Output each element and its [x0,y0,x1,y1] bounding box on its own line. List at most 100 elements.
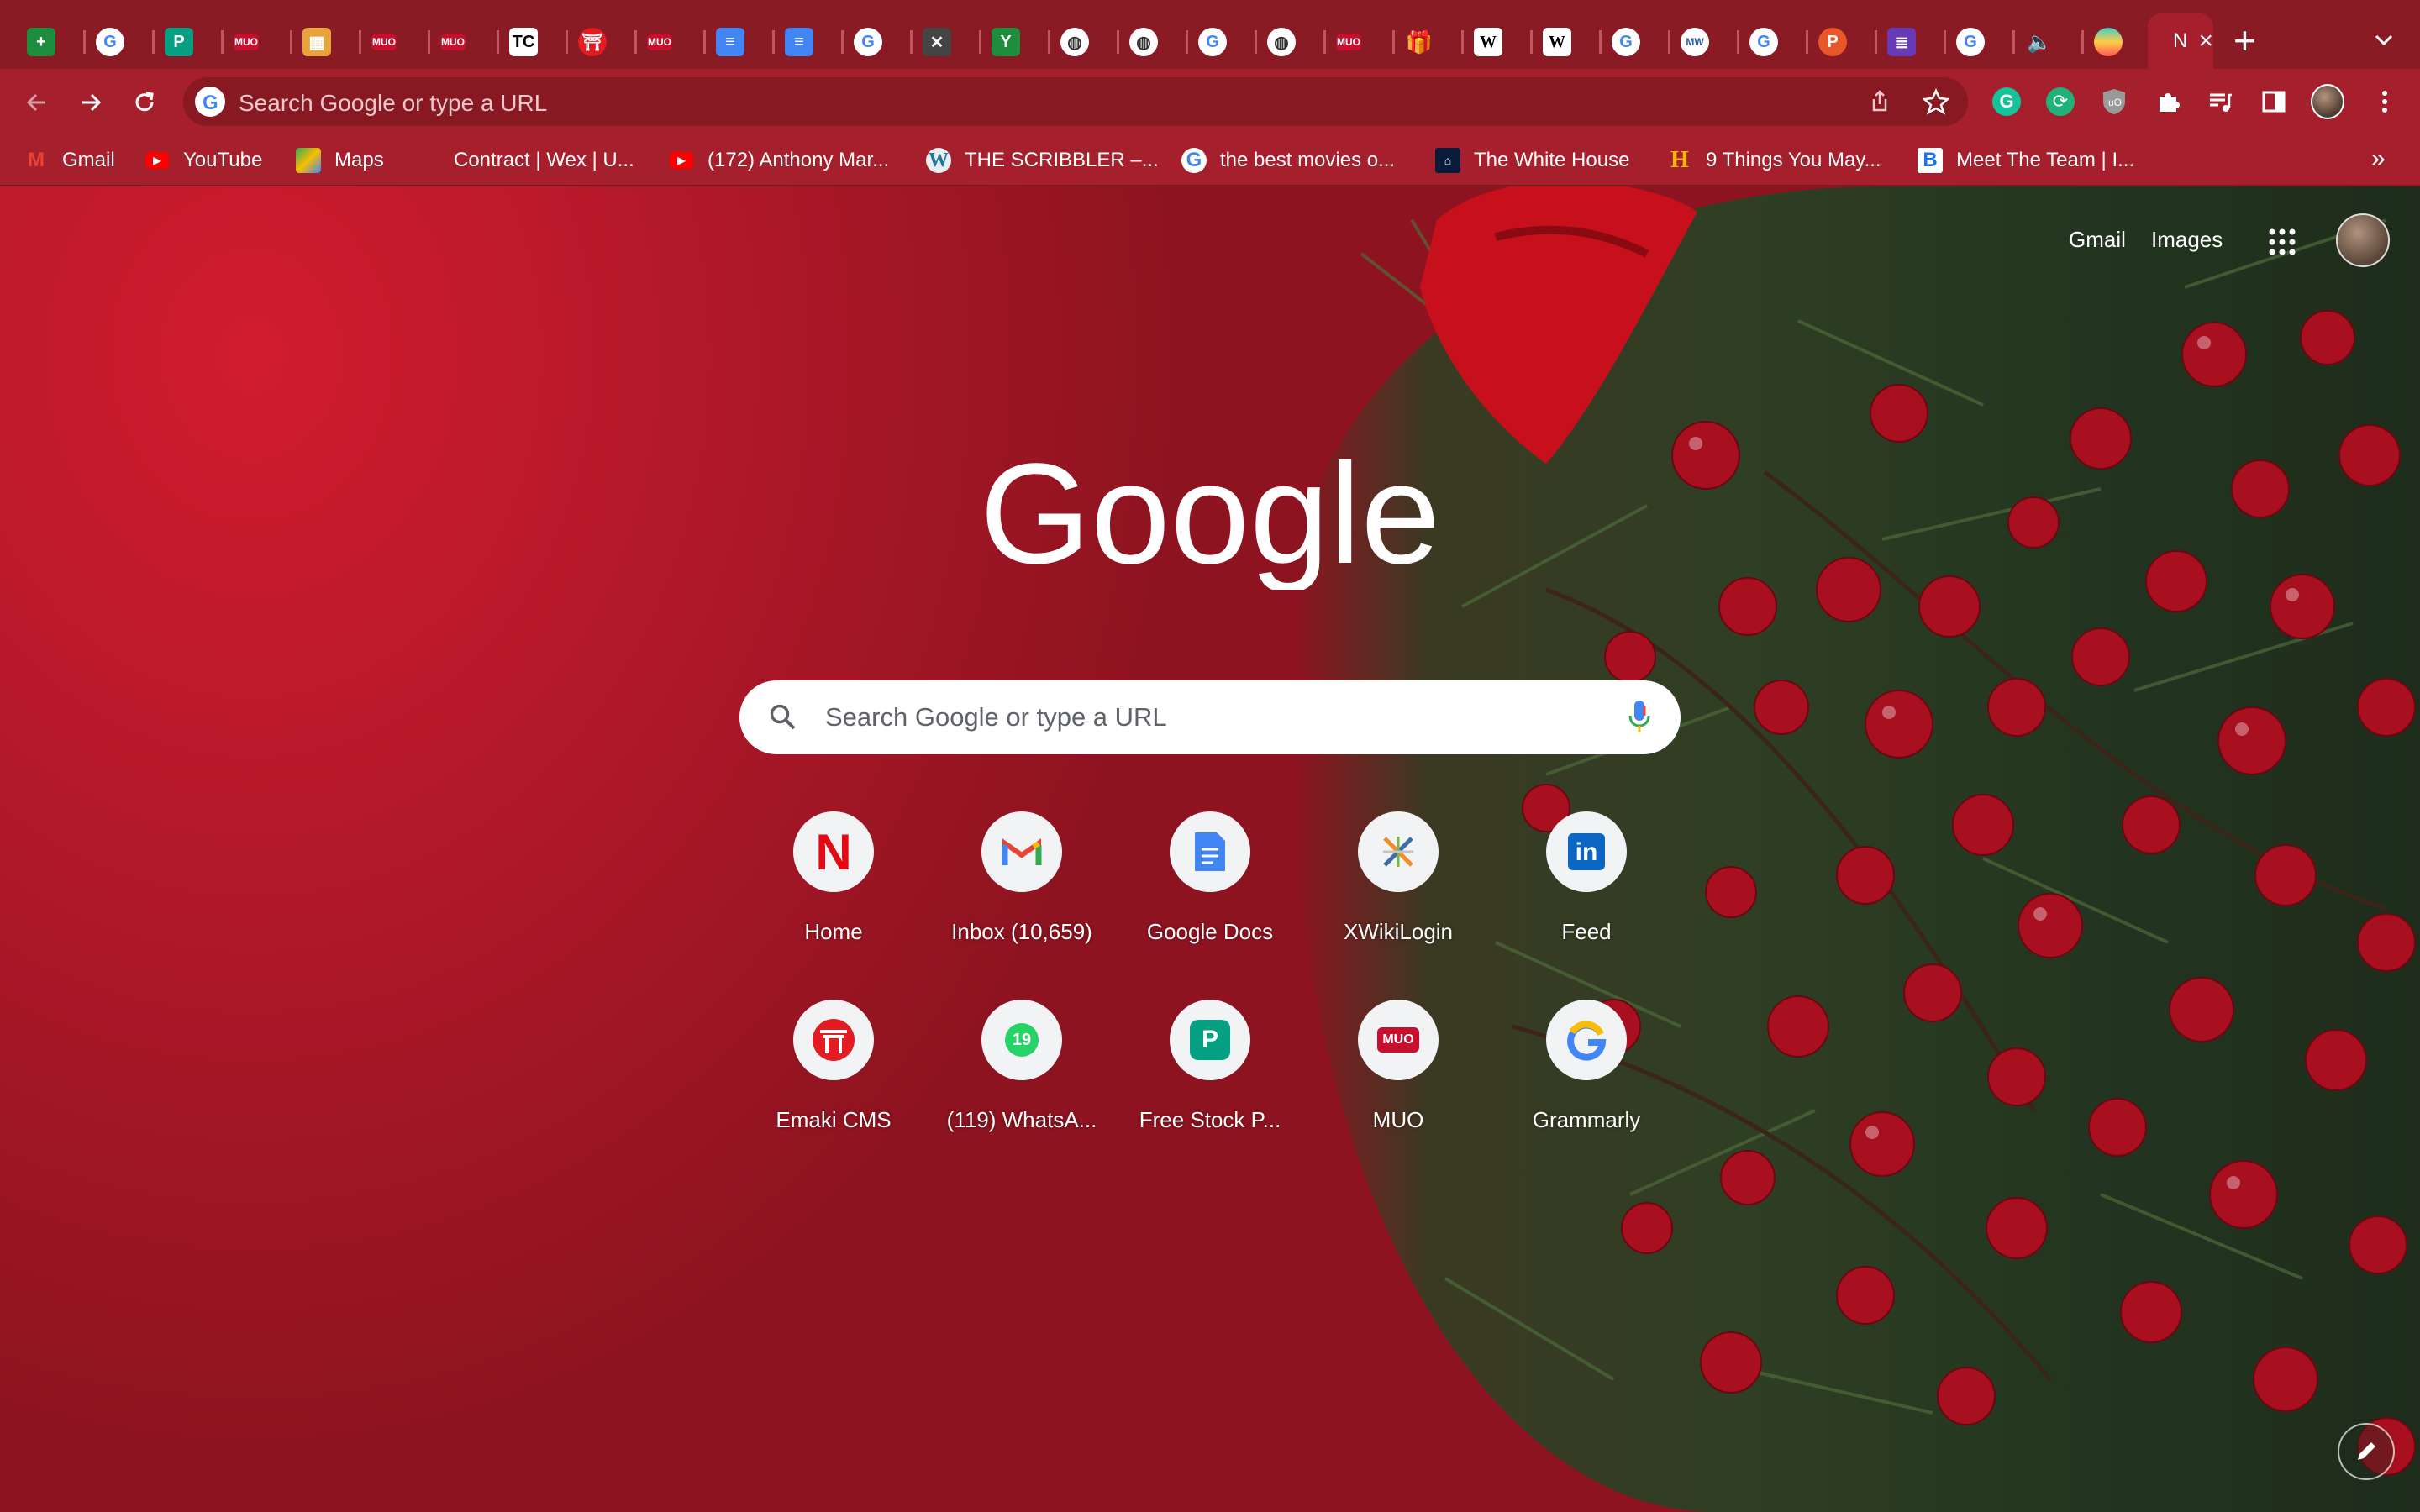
tab[interactable]: W [1464,18,1533,66]
tab[interactable] [2084,18,2146,66]
bookmark-youtube[interactable]: ▶ YouTube [145,144,262,176]
tab-title: N [2173,29,2188,52]
shortcut-tile[interactable]: Grammarly [1492,1000,1681,1168]
globe-icon: ◍ [1060,28,1089,56]
tab[interactable]: G [844,18,913,66]
tab-active[interactable]: N × [2148,13,2213,69]
address-bar[interactable]: G Search Google or type a URL [183,77,1968,126]
audio-icon[interactable]: 🔈 [2025,28,2054,56]
search-box[interactable]: Search Google or type a URL [739,680,1681,754]
tab[interactable]: G [1739,18,1808,66]
bookmark-label: THE SCRIBBLER –... [965,149,1159,171]
bookmark-maps[interactable]: Maps [296,144,384,176]
shortcut-tile[interactable]: 19 (119) WhatsA... [928,1000,1116,1168]
tab[interactable]: ◍ [1050,18,1119,66]
tab[interactable]: 🎁 [1395,18,1464,66]
share-icon[interactable] [1867,89,1892,114]
tab[interactable]: + [17,18,86,66]
extensions-puzzle-icon[interactable] [2151,85,2185,118]
sync-extension-icon[interactable]: ⟳ [2044,85,2077,118]
star-icon[interactable] [1923,88,1949,115]
shortcut-tile[interactable]: MUO MUO [1304,1000,1492,1168]
shortcut-tile[interactable]: Inbox (10,659) [928,811,1116,979]
svg-text:uO: uO [2108,97,2122,108]
tab[interactable]: MUO [430,18,499,66]
apps-grid-icon[interactable] [2267,227,2297,257]
shortcut-label: Free Stock P... [1139,1107,1281,1132]
tab[interactable]: TC [499,18,568,66]
tab[interactable]: MUO [1326,18,1395,66]
bookmarks-bar: M Gmail ▶ YouTube Maps Contract | Wex | U.… [0,134,2420,186]
shortcut-tile[interactable]: in Feed [1492,811,1681,979]
whatsapp-icon: 19 [981,1000,1062,1080]
shortcut-tile[interactable]: Google Docs [1116,811,1304,979]
tab[interactable]: P [1808,18,1877,66]
tab[interactable]: ◍ [1119,18,1188,66]
account-avatar[interactable] [2336,213,2390,267]
bookmark-meet-team[interactable]: B Meet The Team | I... [1918,144,2134,176]
ublock-extension-icon[interactable]: uO [2097,85,2131,118]
customize-page-button[interactable] [2338,1423,2395,1480]
muo-icon: MUO [234,34,259,50]
bookmark-youtube-video[interactable]: ▶ (172) Anthony Mar... [669,144,889,176]
docs-icon [1170,811,1250,892]
tab[interactable]: ≣ [1877,18,1946,66]
tab[interactable]: MUO [224,18,292,66]
menu-kebab-icon[interactable] [2368,85,2402,118]
profile-avatar[interactable] [2311,84,2344,119]
bookmark-9-things[interactable]: H 9 Things You May... [1667,144,1881,176]
linkedin-icon: in [1546,811,1627,892]
bookmark-scribbler[interactable]: W THE SCRIBBLER –... [926,144,1159,176]
bookmark-label: YouTube [183,149,263,171]
grammarly-extension-icon[interactable]: G [1990,85,2023,118]
tab[interactable]: ≡ [775,18,844,66]
side-panel-icon[interactable] [2257,85,2291,118]
tab[interactable]: G [1602,18,1670,66]
tab[interactable]: 🔈 [2015,18,2084,66]
bookmark-label: Meet The Team | I... [1956,149,2135,171]
tab[interactable]: ⛩ [568,18,637,66]
tab[interactable]: ▦ [292,18,361,66]
tab[interactable]: ◍ [1257,18,1326,66]
tab[interactable]: Y [981,18,1050,66]
tab[interactable]: P [155,18,224,66]
bookmark-white-house[interactable]: ⌂ The White House [1435,144,1629,176]
shortcut-tile[interactable]: Emaki CMS [739,1000,928,1168]
google-logo-text: Google [980,438,1440,590]
shortcut-tile[interactable]: P Free Stock P... [1116,1000,1304,1168]
pexels-icon: P [1170,1000,1250,1080]
tab[interactable]: G [86,18,155,66]
shortcut-label: Home [804,919,863,944]
tab[interactable]: W [1533,18,1602,66]
tab[interactable]: ✕ [913,18,981,66]
close-tab-icon[interactable]: × [2198,27,2213,55]
muo-icon: MUO [440,34,466,50]
media-control-icon[interactable] [2203,85,2237,118]
microphone-icon[interactable] [1627,699,1652,736]
forward-button[interactable] [74,86,108,119]
tab[interactable]: MUO [361,18,430,66]
tab[interactable]: G [1946,18,2015,66]
muo-icon: MUO [1336,34,1361,50]
tab[interactable]: ≡ [706,18,775,66]
back-button[interactable] [20,86,54,119]
grammarly-icon [1546,1000,1627,1080]
chevron-down-icon[interactable] [2371,27,2396,52]
gmail-link[interactable]: Gmail [2069,227,2126,253]
bookmark-best-movies[interactable]: Gthe best movies o... [1181,144,1395,176]
bookmark-gmail[interactable]: M Gmail [24,144,115,176]
new-tab-button[interactable]: + [2233,21,2256,60]
sheets-icon: + [27,28,55,56]
bookmarks-overflow-button[interactable]: » [2371,144,2386,173]
bookmark-label: 9 Things You May... [1706,149,1881,171]
arrow-left-icon [26,93,45,112]
xwiki-icon [1358,811,1439,892]
tab[interactable]: MW [1670,18,1739,66]
shortcut-tile[interactable]: XWikiLogin [1304,811,1492,979]
tab[interactable]: MUO [637,18,706,66]
reload-button[interactable] [128,86,161,119]
shortcut-tile[interactable]: N Home [739,811,928,979]
images-link[interactable]: Images [2151,227,2223,253]
bookmark-contract[interactable]: Contract | Wex | U... [415,144,634,176]
tab[interactable]: G [1188,18,1257,66]
